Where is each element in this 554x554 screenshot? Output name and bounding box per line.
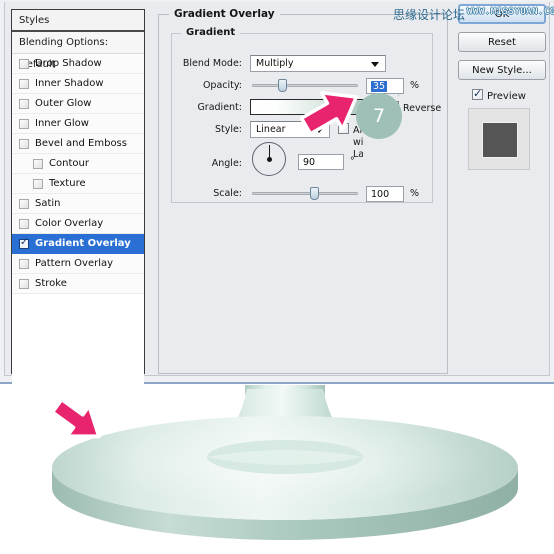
style-row-label: Drop Shadow bbox=[35, 57, 102, 69]
style-row-checkbox[interactable] bbox=[19, 278, 29, 289]
style-row-inner-glow[interactable]: Inner Glow bbox=[12, 114, 144, 134]
style-row-bevel-and-emboss[interactable]: Bevel and Emboss bbox=[12, 134, 144, 154]
screenshot-root: Styles Blending Options: Default Drop Sh… bbox=[0, 0, 554, 554]
angle-value: 90 bbox=[303, 157, 316, 168]
style-row-label: Inner Shadow bbox=[35, 77, 104, 89]
opacity-value: 35 bbox=[371, 81, 388, 92]
gradient-style-value: Linear bbox=[256, 124, 286, 135]
style-row-checkbox[interactable] bbox=[33, 178, 43, 189]
gradient-label: Gradient: bbox=[197, 102, 242, 113]
gradient-subgroup-title: Gradient bbox=[181, 27, 241, 38]
blending-options-row[interactable]: Blending Options: Default bbox=[12, 32, 144, 70]
scale-unit: % bbox=[410, 188, 420, 199]
preview-checkbox[interactable] bbox=[472, 87, 483, 100]
style-row-label: Satin bbox=[35, 197, 61, 209]
style-effects-list: Drop Shadow Inner Shadow Outer Glow Inner G… bbox=[12, 54, 144, 294]
gradient-overlay-group: Gradient Overlay Gradient Blend Mode: Mu… bbox=[158, 8, 448, 374]
reset-button[interactable]: Reset bbox=[458, 32, 546, 52]
style-row-satin[interactable]: Satin bbox=[12, 194, 144, 214]
style-row-label: Inner Glow bbox=[35, 117, 89, 129]
style-row-label: Outer Glow bbox=[35, 97, 92, 109]
style-row-label: Contour bbox=[49, 157, 89, 169]
style-row-checkbox[interactable] bbox=[19, 98, 29, 109]
scale-slider-thumb[interactable] bbox=[310, 187, 319, 200]
style-row-label: Stroke bbox=[35, 277, 67, 289]
style-row-gradient-overlay[interactable]: Gradient Overlay bbox=[12, 234, 144, 254]
style-row-checkbox[interactable] bbox=[19, 78, 29, 89]
badge-tick-mark: ’ bbox=[397, 94, 400, 104]
style-row-texture[interactable]: Texture bbox=[12, 174, 144, 194]
angle-dial[interactable] bbox=[252, 142, 286, 176]
style-row-checkbox[interactable] bbox=[19, 58, 29, 69]
gradient-overlay-title: Gradient Overlay bbox=[169, 8, 280, 20]
styles-panel: Styles Blending Options: Default Drop Sh… bbox=[11, 9, 145, 386]
lamp-base-artwork bbox=[0, 385, 554, 554]
style-row-label: Color Overlay bbox=[35, 217, 104, 229]
style-row-outer-glow[interactable]: Outer Glow bbox=[12, 94, 144, 114]
scale-slider-track[interactable] bbox=[252, 192, 358, 195]
opacity-input[interactable]: 35 bbox=[366, 78, 404, 94]
blend-mode-dropdown[interactable]: Multiply bbox=[250, 55, 386, 72]
preview-label: Preview bbox=[487, 91, 526, 102]
styles-panel-header: Styles bbox=[12, 10, 144, 32]
angle-dial-center bbox=[267, 157, 272, 162]
style-row-checkbox[interactable] bbox=[19, 118, 29, 129]
style-label: Style: bbox=[214, 124, 242, 135]
angle-label: Angle: bbox=[211, 158, 242, 169]
blend-mode-value: Multiply bbox=[256, 58, 294, 69]
pink-arrow-icon-top bbox=[299, 91, 358, 136]
style-row-contour[interactable]: Contour bbox=[12, 154, 144, 174]
style-row-label: Pattern Overlay bbox=[35, 257, 114, 269]
style-row-inner-shadow[interactable]: Inner Shadow bbox=[12, 74, 144, 94]
preview-checkbox-row[interactable]: Preview bbox=[472, 87, 550, 104]
preview-swatch-square bbox=[482, 122, 518, 158]
opacity-label: Opacity: bbox=[202, 80, 242, 91]
chevron-down-icon bbox=[371, 62, 379, 67]
opacity-unit: % bbox=[410, 80, 420, 91]
new-style-button[interactable]: New Style... bbox=[458, 60, 546, 80]
lamp-base-illustration bbox=[50, 385, 518, 540]
opacity-slider-thumb[interactable] bbox=[278, 79, 287, 92]
watermark-url: WWW.MISSYUAN.COM bbox=[467, 7, 554, 17]
style-row-checkbox[interactable] bbox=[33, 158, 43, 169]
style-row-color-overlay[interactable]: Color Overlay bbox=[12, 214, 144, 234]
style-row-checkbox[interactable] bbox=[19, 258, 29, 269]
styles-list-empty-area bbox=[12, 294, 144, 386]
angle-unit: ° bbox=[350, 156, 355, 167]
style-row-label: Bevel and Emboss bbox=[35, 137, 127, 149]
dialog-button-column: OK Reset New Style... Preview bbox=[458, 4, 550, 170]
style-row-checkbox[interactable] bbox=[19, 237, 29, 249]
watermark-chinese: 思缘设计论坛 bbox=[393, 8, 466, 22]
style-row-checkbox[interactable] bbox=[19, 198, 29, 209]
style-row-pattern-overlay[interactable]: Pattern Overlay bbox=[12, 254, 144, 274]
layer-style-dialog: Styles Blending Options: Default Drop Sh… bbox=[0, 0, 554, 386]
reverse-label: Reverse bbox=[403, 103, 442, 114]
style-row-stroke[interactable]: Stroke bbox=[12, 274, 144, 294]
style-preview-thumbnail bbox=[468, 108, 530, 170]
scale-input[interactable]: 100 bbox=[366, 186, 404, 202]
blend-mode-label: Blend Mode: bbox=[182, 58, 242, 69]
scale-value: 100 bbox=[371, 189, 390, 200]
style-row-label: Texture bbox=[49, 177, 86, 189]
angle-input[interactable]: 90 bbox=[298, 154, 344, 170]
style-row-label: Gradient Overlay bbox=[35, 237, 131, 249]
style-row-checkbox[interactable] bbox=[19, 218, 29, 229]
style-row-checkbox[interactable] bbox=[19, 138, 29, 149]
scale-label: Scale: bbox=[213, 188, 242, 199]
